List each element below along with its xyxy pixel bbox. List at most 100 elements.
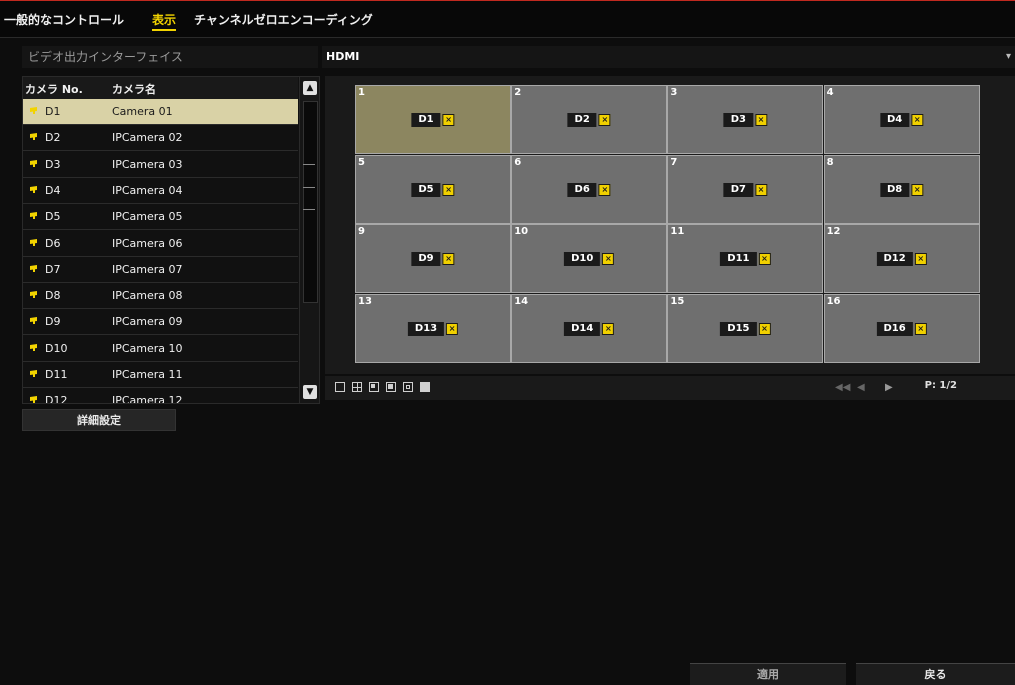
remove-icon[interactable]: × [602, 253, 615, 265]
camera-list-scrollbar[interactable]: ▲ ▼ [299, 77, 319, 403]
previous-page-icon[interactable]: ◀◀ [835, 382, 850, 393]
layout-1x1-icon[interactable] [335, 382, 345, 392]
layout-cell[interactable]: 5 D5 × [355, 154, 511, 224]
scroll-down-icon[interactable]: ▼ [303, 385, 317, 399]
cell-camera-label: D8 × [879, 182, 924, 197]
layout-cell[interactable]: 7 D7 × [667, 154, 824, 224]
layout-cell[interactable]: 9 D9 × [355, 224, 511, 293]
camera-icon [30, 107, 37, 114]
camera-list-row[interactable]: D11 IPCamera 11 [23, 362, 298, 388]
layout-cell[interactable]: 1 D1 × [355, 85, 511, 154]
camera-list-row[interactable]: D2 IPCamera 02 [23, 125, 298, 152]
cell-number: 15 [670, 295, 685, 307]
camera-no: D1 [45, 105, 61, 118]
camera-icon [30, 238, 37, 246]
back-button[interactable]: 戻る [856, 663, 1015, 685]
cell-camera-id: D5 [411, 182, 441, 197]
camera-name: IPCamera 10 [112, 341, 183, 355]
cell-camera-label: D4 × [879, 113, 924, 127]
remove-icon[interactable]: × [911, 114, 924, 126]
remove-icon[interactable]: × [446, 322, 459, 335]
layout-cell[interactable]: 13 D13 × [355, 293, 511, 363]
chevron-down-icon[interactable]: ▾ [1006, 46, 1011, 68]
layout-2x2-icon[interactable] [352, 382, 362, 392]
remove-icon[interactable]: × [442, 114, 455, 126]
remove-icon[interactable]: × [598, 183, 611, 196]
camera-list-row[interactable]: D10 IPCamera 10 [23, 336, 298, 362]
camera-list-row[interactable]: D7 IPCamera 07 [23, 257, 298, 283]
layout-4x4-icon[interactable] [420, 382, 430, 392]
camera-name: IPCamera 04 [112, 183, 183, 197]
remove-icon[interactable]: × [758, 253, 771, 265]
camera-list-row[interactable]: D8 IPCamera 08 [23, 283, 298, 310]
camera-name: IPCamera 12 [112, 394, 183, 404]
cell-camera-label: D3 × [723, 113, 768, 127]
video-output-select[interactable]: HDMI ▾ [322, 46, 1015, 68]
remove-icon[interactable]: × [914, 253, 927, 265]
page-indicator: P: 1/2 [924, 380, 957, 391]
remove-icon[interactable]: × [755, 183, 768, 196]
camera-list-row[interactable]: D3 IPCamera 03 [23, 152, 298, 178]
tab-display[interactable]: 表示 [152, 9, 177, 31]
cell-camera-id: D7 [723, 182, 754, 197]
next-icon[interactable]: ▶ [885, 382, 893, 393]
layout-cell[interactable]: 10 D10 × [511, 224, 668, 293]
video-output-value: HDMI [326, 50, 360, 63]
scroll-up-icon[interactable]: ▲ [303, 81, 317, 95]
layout-cell[interactable]: 12 D12 × [823, 224, 980, 293]
cell-camera-id: D1 [411, 113, 441, 127]
camera-list-row[interactable]: D9 IPCamera 09 [23, 309, 298, 336]
tab-general-control[interactable]: 一般的なコントロール [4, 9, 124, 31]
remove-icon[interactable]: × [598, 114, 611, 126]
camera-name: IPCamera 09 [112, 315, 183, 329]
remove-icon[interactable]: × [914, 322, 927, 335]
camera-icon [30, 396, 37, 403]
camera-list-row[interactable]: D6 IPCamera 06 [23, 231, 298, 257]
layout-cell[interactable]: 2 D2 × [511, 85, 668, 154]
remove-icon[interactable]: × [911, 183, 924, 196]
remove-icon[interactable]: × [442, 253, 455, 265]
cell-number: 16 [826, 295, 841, 307]
camera-no: D3 [45, 157, 61, 171]
layout-cell[interactable]: 6 D6 × [511, 154, 668, 224]
layout-cell[interactable]: 15 D15 × [667, 293, 824, 363]
layout-cell[interactable]: 14 D14 × [511, 293, 668, 363]
camera-list-row[interactable]: D4 IPCamera 04 [23, 178, 298, 204]
camera-name: IPCamera 05 [112, 210, 183, 224]
apply-button[interactable]: 適用 [690, 663, 846, 685]
layout-cell[interactable]: 16 D16 × [823, 293, 980, 363]
cell-number: 14 [514, 295, 529, 307]
cell-camera-label: D1 × [411, 113, 455, 127]
layout-1plus7-icon[interactable] [386, 382, 396, 392]
camera-list-header: カメラ No. カメラ名 [23, 77, 298, 99]
cell-camera-id: D16 [876, 321, 913, 336]
camera-list-row[interactable]: D12 IPCamera 12 [23, 388, 298, 404]
cell-number: 7 [670, 156, 678, 168]
remove-icon[interactable]: × [758, 322, 771, 335]
camera-icon [30, 185, 37, 193]
cell-number: 4 [826, 87, 834, 98]
camera-icon [30, 291, 37, 299]
layout-cell[interactable]: 4 D4 × [823, 85, 980, 154]
layout-3x3-icon[interactable] [403, 382, 413, 392]
layout-cell[interactable]: 11 D11 × [667, 224, 824, 293]
camera-name: IPCamera 11 [112, 368, 183, 381]
layout-grid: 1 D1 × 2 D2 × 3 D3 × 4 D4 × 5 D5 × 6 D6 × 7 D7 × 8 D8 × 9 D9 × 10 D1… [355, 85, 980, 363]
camera-list-row[interactable]: D5 IPCamera 05 [23, 204, 298, 231]
previous-icon[interactable]: ◀ [857, 382, 865, 393]
layout-cell[interactable]: 3 D3 × [667, 85, 824, 154]
camera-list-row[interactable]: D1 Camera 01 [23, 99, 298, 125]
scrollbar-thumb[interactable] [303, 101, 318, 303]
cell-number: 9 [358, 226, 365, 237]
remove-icon[interactable]: × [755, 114, 768, 126]
layout-1plus5-icon[interactable] [369, 382, 379, 392]
cell-camera-id: D10 [564, 252, 601, 266]
layout-cell[interactable]: 8 D8 × [823, 154, 980, 224]
remove-icon[interactable]: × [602, 322, 615, 335]
cell-camera-id: D13 [407, 321, 445, 336]
tab-channel-zero-encoding[interactable]: チャンネルゼロエンコーディング [194, 9, 373, 31]
advanced-settings-button[interactable]: 詳細設定 [22, 409, 176, 431]
camera-icon [30, 159, 37, 167]
remove-icon[interactable]: × [442, 183, 455, 196]
camera-no: D12 [45, 394, 68, 404]
